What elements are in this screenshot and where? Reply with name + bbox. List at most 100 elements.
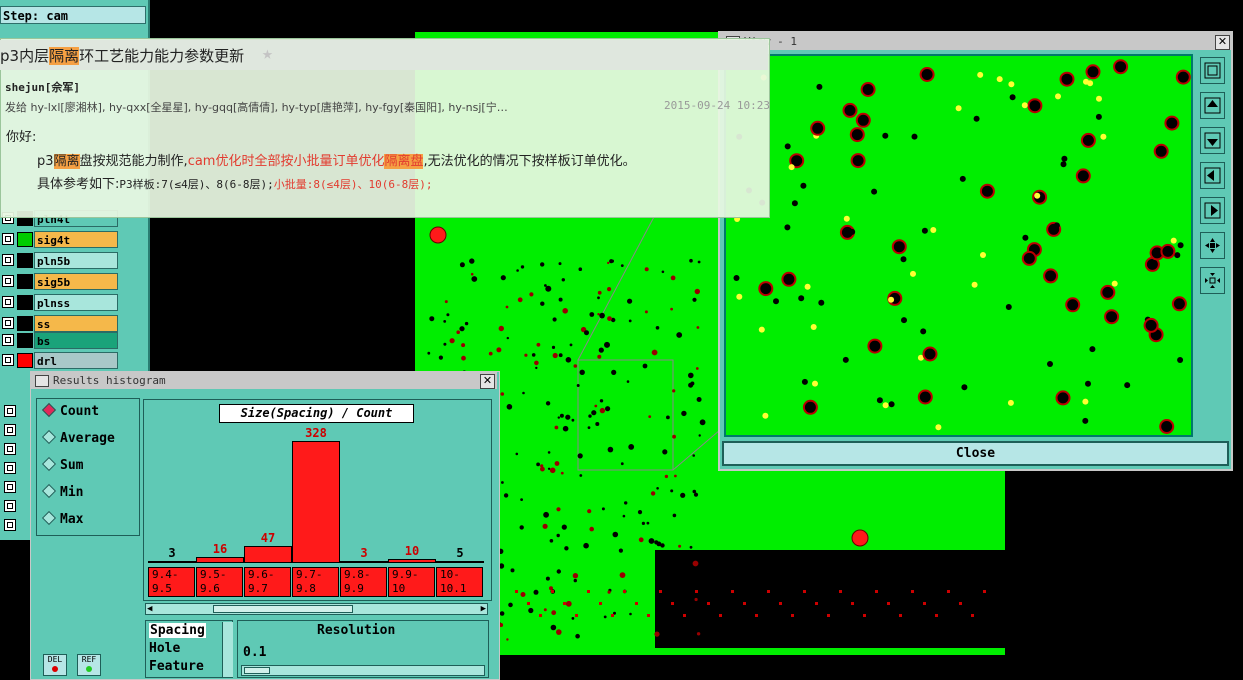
layer-color-swatch[interactable] [17,316,33,331]
via-pad [697,260,701,264]
layer-checkbox[interactable] [2,334,14,346]
layer-name[interactable]: bs [34,332,118,349]
bin-label[interactable]: 9.9- 10 [388,567,435,597]
zoomed-pad [1083,78,1089,85]
via-pad [591,410,597,416]
pan-right-button[interactable] [1200,197,1225,224]
close-icon[interactable]: ✕ [1215,35,1230,50]
layer-checkbox[interactable] [2,233,14,245]
list-item-spacing[interactable]: Spacing [149,623,206,638]
layer-checkbox[interactable] [2,317,14,329]
smd-pad [599,602,602,605]
via-pad [528,607,534,614]
histogram-bar[interactable] [436,561,484,563]
zoom-in-button[interactable] [1200,232,1225,259]
layer-row-sig5b[interactable]: sig5b [2,273,118,290]
layer-checkbox[interactable] [4,500,16,512]
layer-name[interactable]: sig4t [34,231,118,248]
via-pad [529,292,534,297]
bin-label[interactable]: 9.6- 9.7 [244,567,291,597]
via-pad [599,399,604,403]
zoomed-pad [977,71,984,78]
star-icon[interactable]: ★ [262,43,273,64]
smd-pad [719,614,722,617]
list-item-feature[interactable]: Feature [149,659,204,674]
histogram-bar[interactable] [244,546,292,563]
list-scrollbar[interactable] [222,622,233,677]
radio-max[interactable]: Max [41,510,83,527]
scrollbar-thumb[interactable] [213,605,353,613]
layer-checkbox[interactable] [4,519,16,531]
layer-checkbox[interactable] [4,424,16,436]
radio-count[interactable]: Count [41,402,99,419]
histogram-bar[interactable] [388,559,436,563]
layer-name[interactable]: plnss [34,294,118,311]
bin-label-start: 9.8- [344,568,371,581]
layer-checkbox[interactable] [2,254,14,266]
layer-row-bs[interactable]: bs [2,332,118,349]
view-zoom-canvas[interactable] [724,54,1193,437]
layer-color-swatch[interactable] [17,253,33,268]
layer-name[interactable]: pln5b [34,252,118,269]
close-icon[interactable]: ✕ [480,374,495,389]
histogram-bar[interactable] [148,561,196,563]
resolution-slider[interactable] [241,665,485,676]
layer-row-plnss[interactable]: plnss [2,294,118,311]
zoomed-pad [955,105,962,112]
bin-label[interactable]: 10- 10.1 [436,567,483,597]
layer-checkbox[interactable] [4,443,16,455]
pan-left-button[interactable] [1200,162,1225,189]
via-pad [627,298,633,304]
layer-color-swatch[interactable] [17,333,33,348]
smd-pad [575,614,578,617]
list-item-hole[interactable]: Hole [149,641,180,656]
via-pad [519,525,524,530]
view-window-titlebar[interactable]: View - 1 ✕ [720,33,1231,50]
layer-checkbox[interactable] [2,354,14,366]
radio-min[interactable]: Min [41,483,83,500]
bin-label[interactable]: 9.8- 9.9 [340,567,387,597]
histogram-titlebar[interactable]: Results histogram ✕ [31,372,497,389]
layer-name[interactable]: ss [34,315,118,332]
layer-row-sig4t[interactable]: sig4t [2,231,118,248]
histogram-bar[interactable] [340,561,388,563]
layer-color-swatch[interactable] [17,295,33,310]
layer-checkbox[interactable] [4,405,16,417]
scroll-right-icon[interactable]: ▶ [481,604,486,614]
layer-checkbox[interactable] [2,296,14,308]
view-close-button[interactable]: Close [722,441,1229,466]
layer-row-ss[interactable]: ss [2,315,118,332]
layer-row-pln5b[interactable]: pln5b [2,252,118,269]
smd-pad [647,614,650,617]
layer-checkbox[interactable] [2,275,14,287]
zoom-fit-button[interactable] [1200,57,1225,84]
layer-name[interactable]: drl [34,352,118,369]
layer-color-swatch[interactable] [17,232,33,247]
layer-color-swatch[interactable] [17,353,33,368]
bin-label[interactable]: 9.5- 9.6 [196,567,243,597]
scroll-left-icon[interactable]: ◀ [147,604,152,614]
layer-name[interactable]: sig5b [34,273,118,290]
bin-label-start: 9.9- [392,568,419,581]
ref-button[interactable]: REF [77,654,101,676]
zoomed-pad [733,275,740,281]
del-button[interactable]: DEL [43,654,67,676]
slider-thumb[interactable] [244,667,270,674]
radio-sum[interactable]: Sum [41,456,83,473]
pan-down-button[interactable] [1200,127,1225,154]
bin-label[interactable]: 9.4- 9.5 [148,567,195,597]
layer-checkbox[interactable] [4,462,16,474]
message-author[interactable]: shejun[佘军] [5,79,80,95]
via-pad [629,612,632,616]
window-menu-icon[interactable] [35,375,49,387]
pan-up-button[interactable] [1200,92,1225,119]
layer-color-swatch[interactable] [17,274,33,289]
bin-label[interactable]: 9.7- 9.8 [292,567,339,597]
layer-row-drl[interactable]: drl [2,352,118,369]
layer-checkbox[interactable] [4,481,16,493]
histogram-bar[interactable] [196,557,244,563]
histogram-bar[interactable] [292,441,340,563]
radio-average[interactable]: Average [41,429,115,446]
zoom-out-button[interactable] [1200,267,1225,294]
bin-label-end: 9.8 [296,582,316,595]
